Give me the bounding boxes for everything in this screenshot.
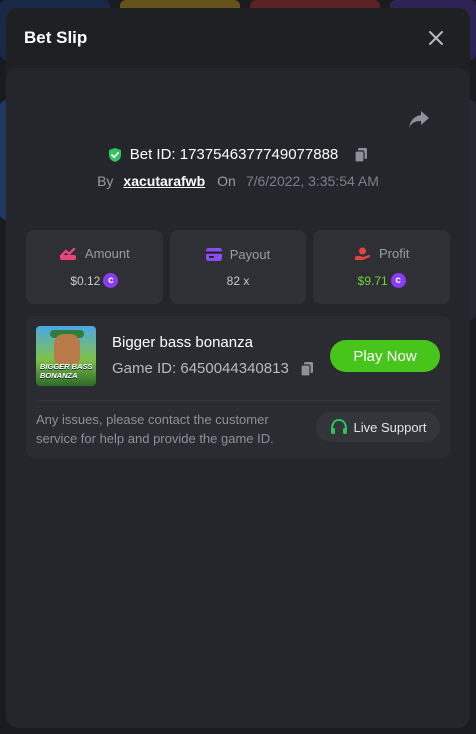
- profit-stat: Profit $9.71 c: [313, 230, 451, 304]
- payout-stat: Payout 82 x: [169, 230, 307, 304]
- amount-value: $0.12: [70, 273, 101, 288]
- amount-label: Amount: [84, 246, 130, 261]
- profit-label: Profit: [379, 246, 410, 261]
- payout-value: 82 x: [226, 273, 250, 288]
- by-label: By: [97, 173, 114, 189]
- username-link[interactable]: xacutarafwb: [123, 173, 205, 189]
- thumbnail-fisherman-shape: [54, 334, 80, 364]
- live-support-label: Live Support: [353, 419, 427, 435]
- bet-id-row: Bet ID: 1737546377749077888: [6, 146, 470, 163]
- payout-card-icon: [205, 247, 222, 261]
- game-id: Game ID: 6450044340813: [112, 360, 289, 377]
- divider: [36, 400, 440, 401]
- bet-stats: Amount $0.12 c Payout 82 x Profit $9.71 …: [26, 230, 451, 304]
- game-name: Bigger bass bonanza: [112, 334, 253, 351]
- bet-meta-row: By xacutarafwb On 7/6/2022, 3:35:54 AM: [6, 173, 470, 189]
- coin-icon: c: [103, 273, 119, 288]
- bet-slip-modal: Bet Slip Bet ID: 1737546377749077888 By …: [6, 8, 470, 728]
- game-thumbnail[interactable]: BIGGER BASS BONANZA: [36, 326, 96, 386]
- modal-header: Bet Slip: [6, 8, 470, 68]
- copy-icon[interactable]: [299, 361, 315, 377]
- verified-shield-icon: [108, 147, 121, 162]
- modal-body: Bet ID: 1737546377749077888 By xacutaraf…: [6, 68, 470, 728]
- profit-value: $9.71: [357, 273, 388, 288]
- bet-date: 7/6/2022, 3:35:54 AM: [245, 173, 379, 189]
- amount-icon: [59, 247, 76, 260]
- play-now-button[interactable]: Play Now: [330, 340, 440, 372]
- game-id-row: Game ID: 6450044340813: [112, 360, 315, 377]
- game-card: BIGGER BASS BONANZA Bigger bass bonanza …: [26, 316, 450, 458]
- share-button[interactable]: [408, 110, 432, 132]
- thumbnail-logo-text: BIGGER BASS BONANZA: [40, 362, 93, 380]
- close-button[interactable]: [424, 26, 448, 50]
- amount-stat: Amount $0.12 c: [26, 230, 163, 304]
- on-label: On: [217, 173, 236, 189]
- support-note: Any issues, please contact the customer …: [36, 412, 274, 446]
- coin-icon: c: [390, 273, 406, 288]
- copy-icon[interactable]: [353, 147, 369, 163]
- share-icon: [409, 111, 429, 128]
- close-icon: [429, 31, 443, 45]
- bet-id: Bet ID: 1737546377749077888: [129, 146, 339, 163]
- modal-title: Bet Slip: [24, 28, 88, 47]
- live-support-button[interactable]: Live Support: [316, 412, 440, 442]
- profit-hand-icon: [355, 247, 371, 260]
- headset-icon: [330, 419, 347, 434]
- payout-label: Payout: [229, 246, 271, 262]
